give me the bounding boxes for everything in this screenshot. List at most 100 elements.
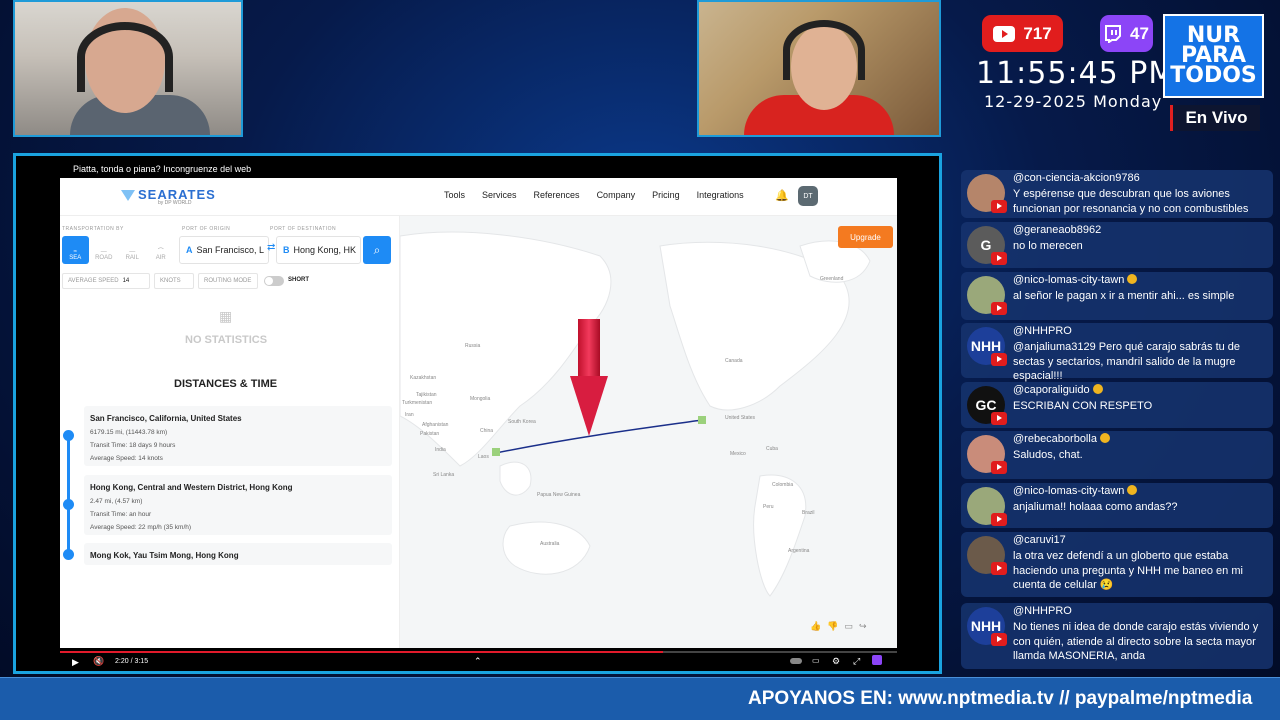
- user-avatar[interactable]: DT: [798, 186, 818, 206]
- video-progress-fill: [60, 651, 663, 653]
- clock-date: 12-29-2025 Monday: [984, 92, 1163, 111]
- leg-speed: Average Speed: 22 mp/h (35 km/h): [90, 524, 192, 531]
- twitch-icon: [1105, 24, 1122, 43]
- youtube-icon: [991, 353, 1007, 366]
- youtube-icon: [991, 461, 1007, 474]
- youtube-icon: [991, 252, 1007, 265]
- webcam-host-left: [13, 0, 243, 137]
- nav-integrations[interactable]: Integrations: [697, 190, 744, 200]
- average-speed-field[interactable]: AVERAGE SPEED 14: [62, 273, 150, 289]
- member-badge-icon: [1127, 485, 1138, 495]
- shared-video-player[interactable]: Piatta, tonda o piana? Incongruenze del …: [13, 153, 942, 674]
- twitch-viewers-badge: 47: [1100, 15, 1153, 52]
- nav-references[interactable]: References: [534, 190, 580, 200]
- route-leg-card: San Francisco, California, United States…: [84, 406, 392, 466]
- chat-username-text: @NHHPRO: [1013, 605, 1072, 617]
- average-speed-label: AVERAGE SPEED: [68, 278, 119, 284]
- timeline-dot: [63, 499, 74, 510]
- leg-title: San Francisco, California, United States: [90, 414, 242, 423]
- thumbs-up-icon[interactable]: 👍: [810, 621, 821, 632]
- mode-rail[interactable]: — RAIL: [119, 236, 146, 264]
- chat-username: @caruvi17: [1013, 534, 1066, 546]
- chat-username-text: @con-ciencia-akcion9786: [1013, 172, 1140, 184]
- chat-username: @NHHPRO: [1013, 325, 1072, 337]
- short-toggle[interactable]: [264, 276, 284, 286]
- route-leg-card: Hong Kong, Central and Western District,…: [84, 475, 392, 535]
- origin-marker-icon: A: [186, 245, 193, 255]
- chat-username-text: @nico-lomas-city-tawn: [1013, 274, 1125, 286]
- youtube-icon: [991, 633, 1007, 646]
- route-panel: TRANSPORTATION BY PORT OF ORIGIN PORT OF…: [60, 216, 400, 648]
- menu-icon[interactable]: [872, 655, 882, 665]
- searates-logo-icon: [121, 190, 135, 201]
- destination-field[interactable]: B Hong Kong, HK: [276, 236, 361, 264]
- share-icon[interactable]: ↪: [859, 621, 867, 632]
- subtitles-icon[interactable]: ▭: [812, 656, 820, 665]
- video-progress-bar[interactable]: [60, 651, 897, 653]
- youtube-icon: [991, 562, 1007, 575]
- origin-value: San Francisco, L: [196, 245, 265, 255]
- play-icon[interactable]: ▶: [72, 657, 79, 668]
- comment-icon[interactable]: ▭: [844, 621, 853, 632]
- logo-line-3: TODOS: [1170, 63, 1257, 88]
- mode-rail-label: RAIL: [125, 255, 139, 261]
- plane-icon: ⌒: [157, 249, 164, 255]
- swap-icon[interactable]: ⇄: [267, 242, 275, 253]
- mode-air[interactable]: ⌒ AIR: [148, 236, 175, 264]
- chat-username: @caporaliguido: [1013, 384, 1103, 396]
- chat-message: @caruvi17 la otra vez defendí a un glober…: [961, 532, 1273, 597]
- youtube-icon: [991, 200, 1007, 213]
- leg-title: Mong Kok, Yau Tsim Mong, Hong Kong: [90, 551, 239, 560]
- settings-icon[interactable]: ⚙: [832, 656, 840, 667]
- chat-message: NHH @NHHPRO @anjaliuma3129 Pero qué carajo…: [961, 323, 1273, 382]
- nav-company[interactable]: Company: [597, 190, 636, 200]
- headphones: [77, 22, 173, 92]
- leg-distance: 6179.15 mi, (11443.78 km): [90, 429, 168, 436]
- bell-icon[interactable]: 🔔: [775, 189, 789, 202]
- chat-message: @nico-lomas-city-tawn anjaliuma!! holaaa …: [961, 483, 1273, 528]
- chat-text: la otra vez defendí a un globerto que es…: [1013, 550, 1243, 591]
- map-controls: 👍 👎 ▭ ↪: [810, 621, 867, 632]
- headphones: [783, 20, 865, 80]
- fullscreen-icon[interactable]: ⤢: [853, 656, 860, 667]
- chat-avatar-initials: GC: [975, 397, 997, 413]
- chat-text: No tienes ni idea de donde carajo estás …: [1013, 621, 1259, 662]
- leg-speed: Average Speed: 14 knots: [90, 455, 163, 462]
- donation-ticker: APOYANOS EN: www.nptmedia.tv // paypalme…: [0, 677, 1280, 720]
- chat-username: @NHHPRO: [1013, 605, 1072, 617]
- chat-text: al señor le pagan x ir a mentir ahi... e…: [1013, 290, 1235, 302]
- chat-username-text: @NHHPRO: [1013, 325, 1072, 337]
- video-controls: ▶ 🔇 2:20 / 3:15 ⌃ ▭ ⚙ ⤢: [60, 651, 897, 673]
- youtube-viewers-badge: 717: [982, 15, 1063, 52]
- origin-field[interactable]: A San Francisco, L: [179, 236, 269, 264]
- mode-sea[interactable]: ≈ SEA: [62, 236, 89, 264]
- autoplay-toggle[interactable]: [790, 658, 802, 664]
- knots-select[interactable]: KNOTS: [154, 273, 194, 289]
- leg-title: Hong Kong, Central and Western District,…: [90, 483, 293, 492]
- short-label: SHORT: [288, 277, 309, 283]
- mode-road-label: ROAD: [95, 255, 113, 261]
- world-map[interactable]: Upgrade Greenland Russia Mongolia China …: [400, 216, 897, 648]
- chevron-up-icon[interactable]: ⌃: [474, 656, 482, 667]
- thumbs-down-icon[interactable]: 👎: [827, 621, 838, 632]
- mute-icon[interactable]: 🔇: [93, 656, 104, 667]
- search-button[interactable]: ⌕: [363, 236, 391, 264]
- routing-mode-select[interactable]: ROUTING MODE: [198, 273, 258, 289]
- member-badge-icon: [1127, 274, 1138, 284]
- live-chat: @con-ciencia-akcion9786 Y espérense que d…: [961, 147, 1273, 670]
- chat-message: GC @caporaliguido ESCRIBAN CON RESPETO: [961, 382, 1273, 428]
- nav-pricing[interactable]: Pricing: [652, 190, 680, 200]
- youtube-icon: [991, 302, 1007, 315]
- mode-road[interactable]: — ROAD: [91, 236, 118, 264]
- nav-services[interactable]: Services: [482, 190, 517, 200]
- chat-username: @nico-lomas-city-tawn: [1013, 274, 1138, 286]
- brand-sub: by DP WORLD: [158, 200, 192, 206]
- chat-text: anjaliuma!! holaaa como andas??: [1013, 501, 1178, 513]
- chat-username: @nico-lomas-city-tawn: [1013, 485, 1138, 497]
- shipping-route-line: [492, 416, 706, 456]
- chat-username-text: @caruvi17: [1013, 534, 1066, 546]
- nav-tools[interactable]: Tools: [444, 190, 465, 200]
- route-leg-card: Mong Kok, Yau Tsim Mong, Hong Kong: [84, 543, 392, 565]
- youtube-icon: [991, 513, 1007, 526]
- chat-text: ESCRIBAN CON RESPETO: [1013, 400, 1153, 412]
